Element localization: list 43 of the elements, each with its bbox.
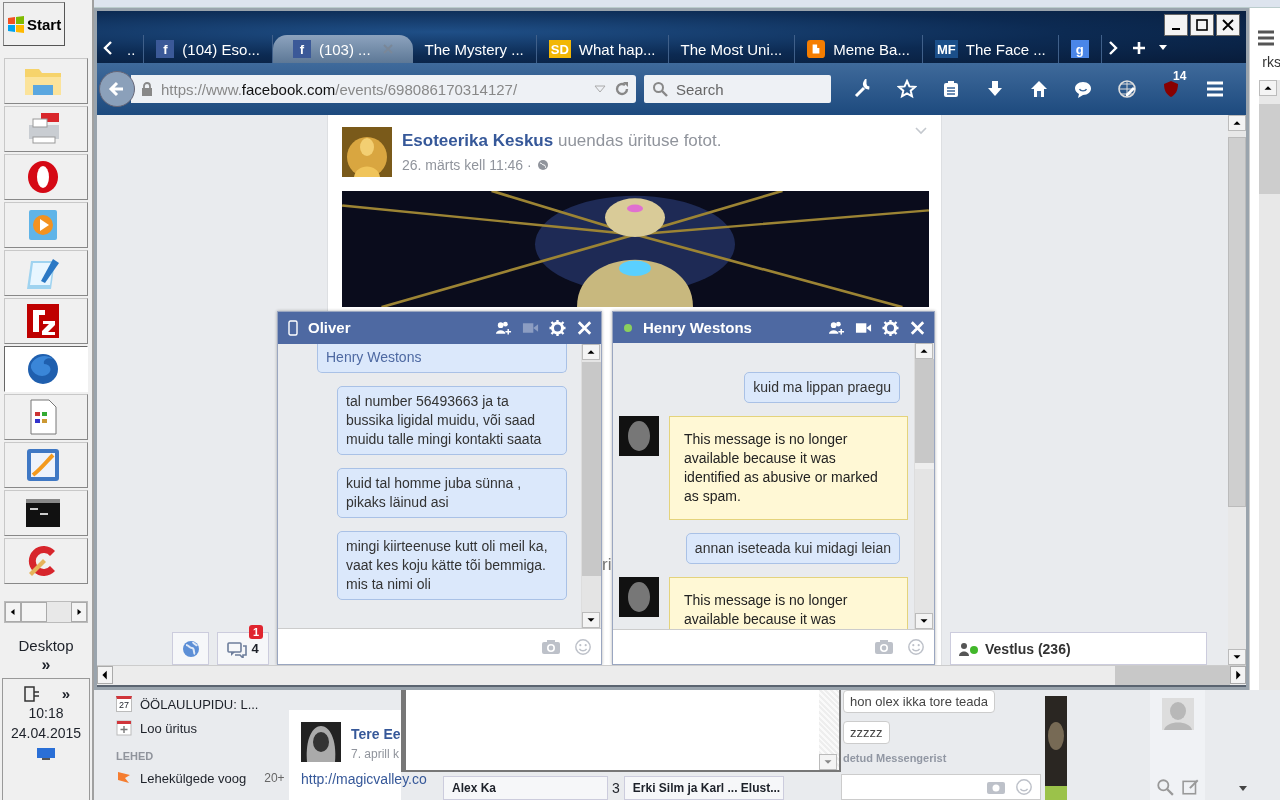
partial-text: rks bbox=[1262, 54, 1280, 70]
start-button[interactable]: Start bbox=[3, 2, 65, 46]
sidebar-item[interactable]: Loo üritus bbox=[116, 720, 289, 736]
name-link[interactable]: Henry Westons bbox=[326, 348, 422, 365]
removed-message-notice: This message is no longer available because it was bbox=[669, 577, 908, 630]
tray-expand-button[interactable]: » bbox=[61, 684, 71, 702]
partial-text: 3 bbox=[611, 779, 621, 798]
addon-count: 14 bbox=[1173, 69, 1187, 83]
address-bar[interactable]: https://www.facebook.com/events/698086170314127/ bbox=[131, 75, 636, 103]
sidebar-item[interactable]: 27 ÖÖLAULUPIDU: L... bbox=[116, 696, 289, 712]
more-button[interactable]: » bbox=[41, 656, 51, 674]
notification-badge: 1 bbox=[248, 625, 263, 639]
post-time: 7. aprill k bbox=[351, 747, 401, 761]
clock-date: 24.04.2015 bbox=[10, 724, 82, 743]
partial-text: ri bbox=[602, 555, 612, 575]
favicon: MF bbox=[934, 40, 958, 58]
section-heading: LEHED bbox=[116, 750, 155, 762]
calendar-icon: 27 bbox=[116, 696, 132, 712]
message-bubble: hon olex ikka tore teada bbox=[843, 690, 996, 713]
favicon: SD bbox=[548, 40, 571, 58]
chat-status-note: detud Messengerist bbox=[843, 752, 947, 764]
sidebar-item[interactable]: Lehekülgede voog 20+ bbox=[116, 770, 289, 786]
removed-message-notice: This message is no longer available because it was identified as abusive or marked as spam. bbox=[669, 416, 908, 521]
chat-tab[interactable]: Erki Silm ja Karl ... Elust... bbox=[623, 776, 784, 800]
post-title: Esoteerika Keskus uuendas ürituse fotot. bbox=[402, 131, 723, 151]
message-bubble: kuid ma lippan praegu bbox=[744, 372, 900, 404]
search-field[interactable]: Search bbox=[644, 75, 831, 103]
url-text: https://www.facebook.com/events/698086170314127/ bbox=[161, 80, 519, 98]
favicon: g bbox=[1070, 40, 1089, 58]
message-bubble: tal number 56493663 ja ta bussika ligidal muidu, või saad muidu talle mingi kontakti saata bbox=[337, 385, 567, 455]
chat-tab[interactable]: Alex Ka bbox=[443, 776, 608, 800]
clock-time: 10:18 bbox=[28, 704, 64, 723]
favicon: f bbox=[292, 40, 311, 58]
message-bubble: kuid tal homme juba sünna , pikaks läinud asi bbox=[337, 467, 567, 518]
favicon: f bbox=[156, 40, 175, 58]
browser-tab[interactable]: f (103) ... bbox=[272, 35, 413, 63]
message-bubble: mingi kiirteenuse kutt oli meil ka, vaat kes koju kätte tõi bemmiga. mis ta nimi oli bbox=[337, 530, 567, 600]
chat-sidebar-button[interactable]: Vestlus (236) bbox=[950, 632, 1207, 665]
message-bubble: zzzzz bbox=[843, 721, 890, 744]
desktop-label[interactable]: Desktop bbox=[18, 637, 74, 654]
message-bubble: annan iseteada kui midagi leian bbox=[685, 533, 900, 565]
post-link[interactable]: http://magicvalley.co bbox=[301, 770, 427, 788]
post-author-link[interactable]: Tere Ee bbox=[351, 722, 401, 742]
